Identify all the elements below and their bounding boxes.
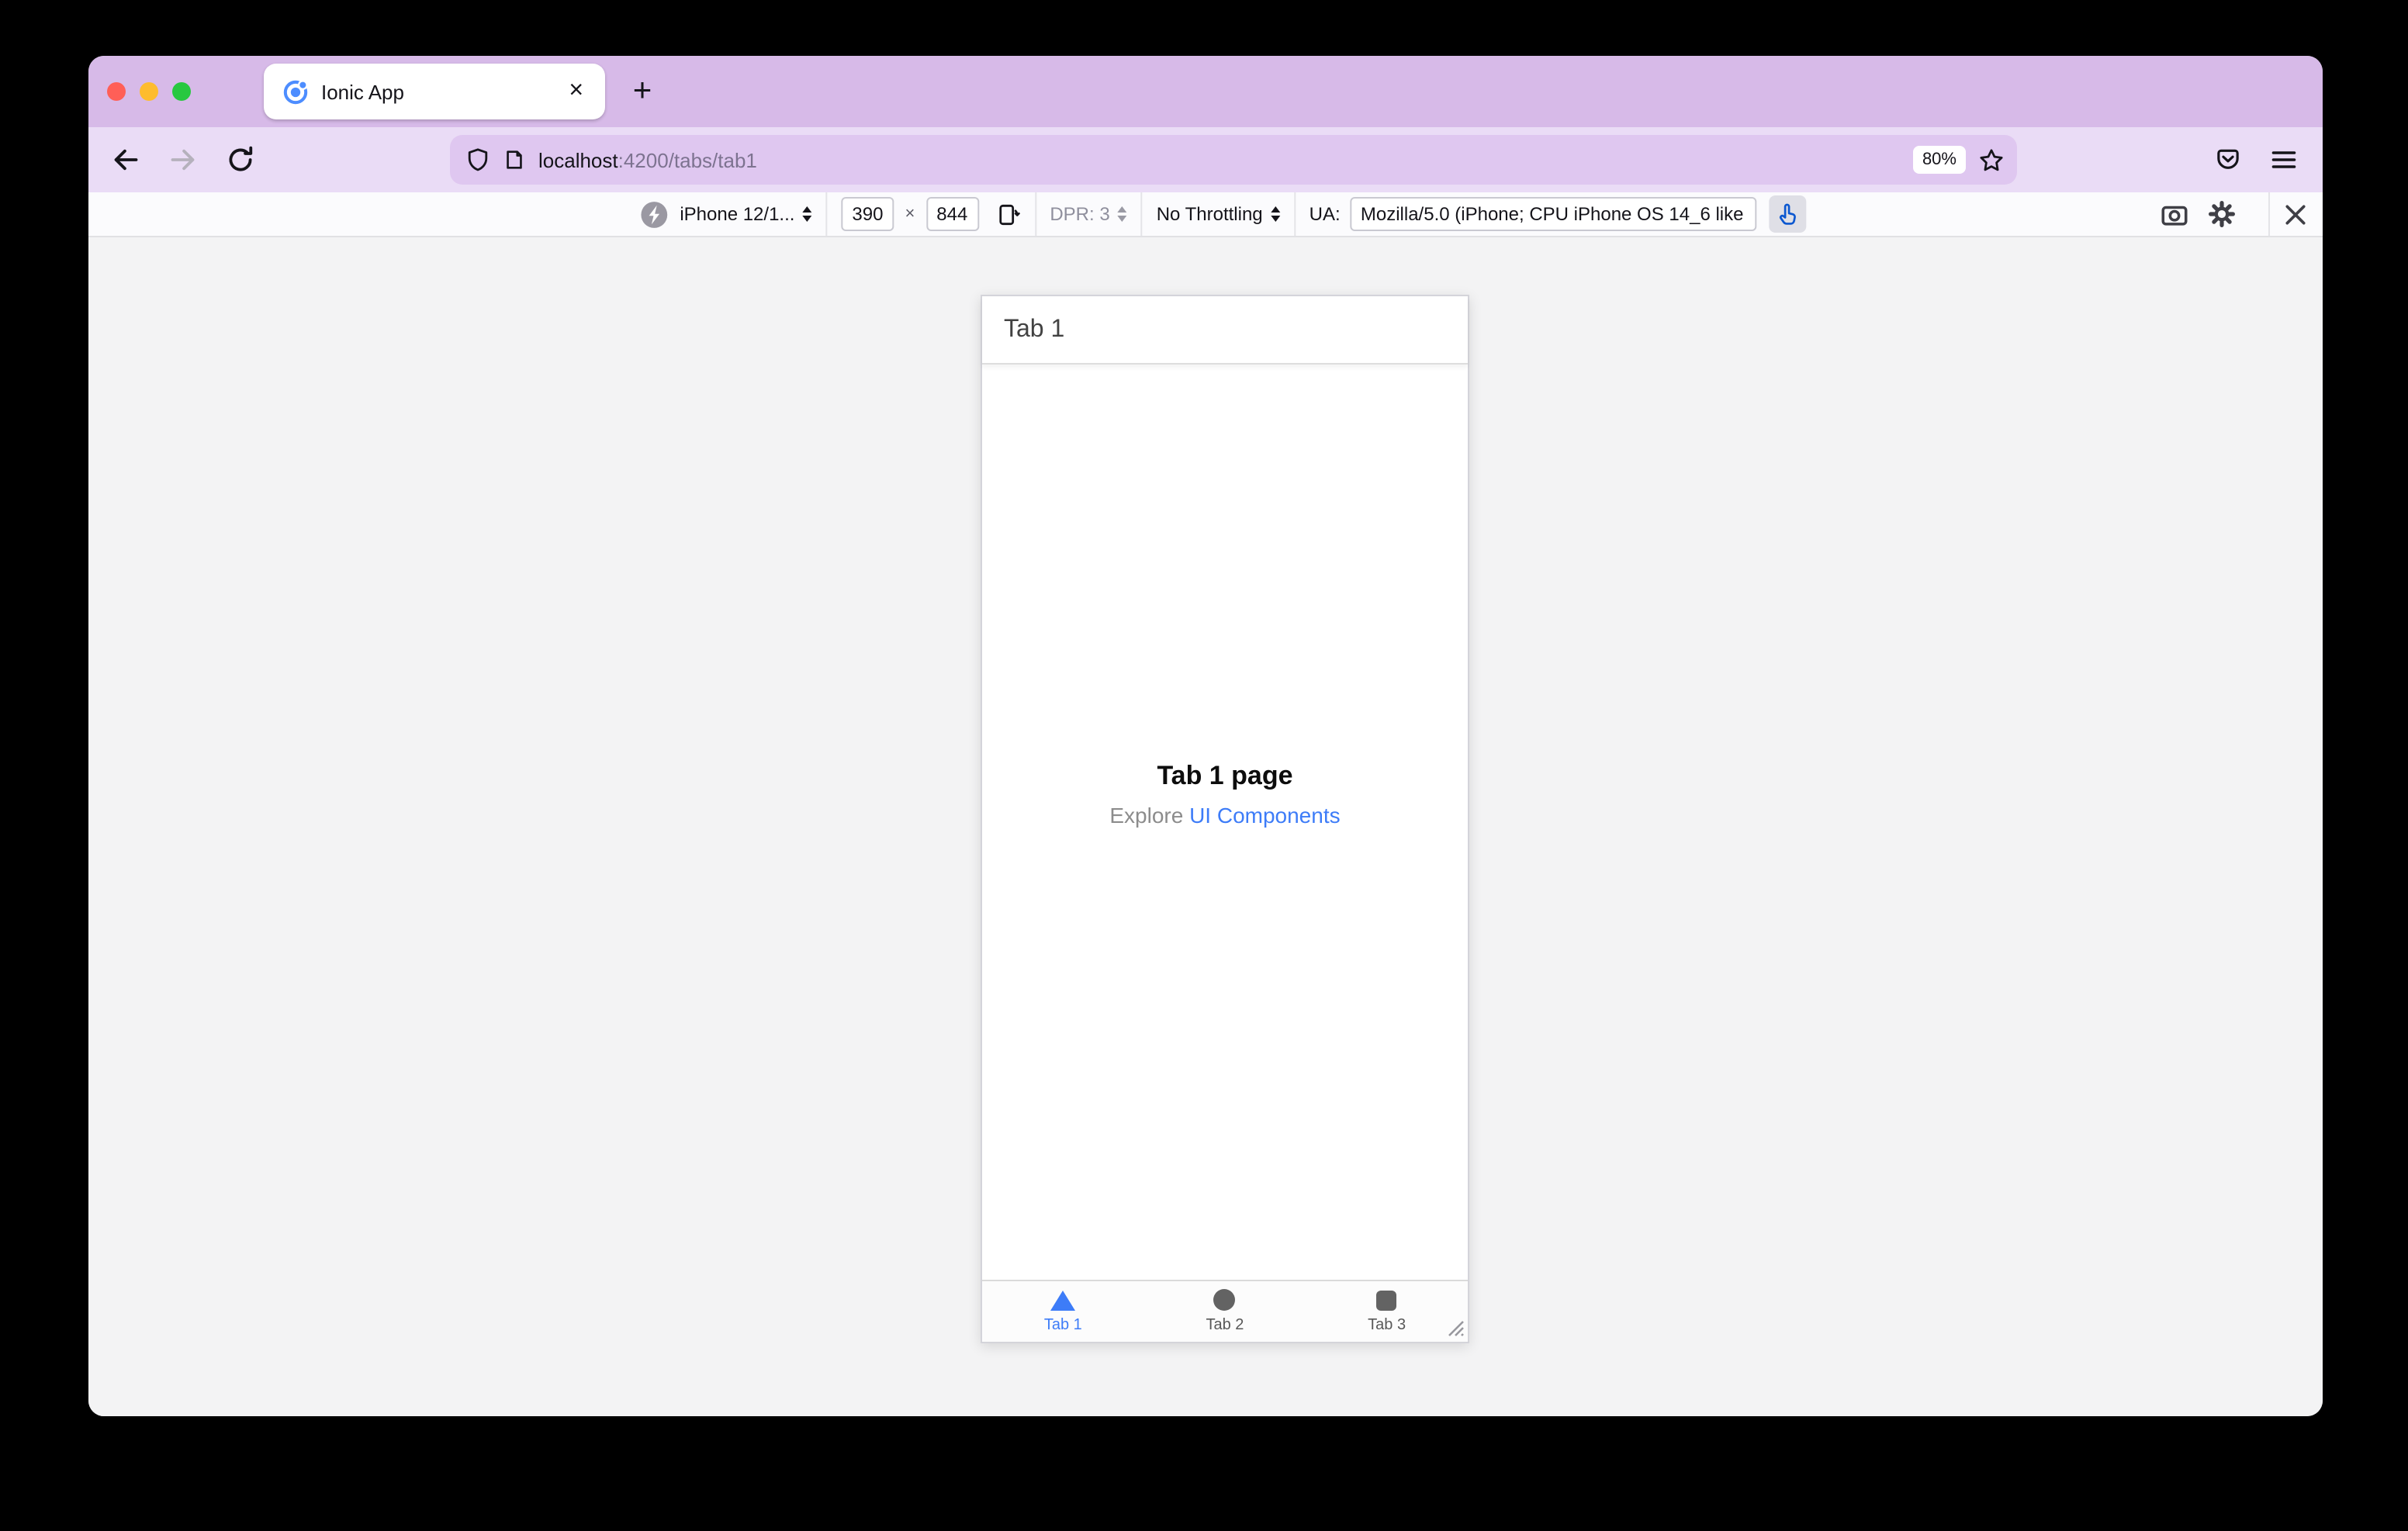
viewport-height-input[interactable] bbox=[925, 197, 979, 231]
toolbar-right bbox=[2214, 127, 2323, 192]
page-container: Tab 1 page Explore UI Components bbox=[982, 761, 1468, 828]
app-tab-bar: Tab 1 Tab 2 Tab 3 bbox=[982, 1280, 1468, 1342]
device-viewport: Tab 1 Tab 1 page Explore UI Components T… bbox=[981, 295, 1469, 1343]
app-header: Tab 1 bbox=[982, 296, 1468, 365]
screen: Ionic App × + localhost:4200/tabs/tab1 8… bbox=[0, 0, 2408, 1531]
back-button[interactable] bbox=[112, 146, 140, 174]
user-agent-input[interactable] bbox=[1349, 197, 1756, 231]
separator bbox=[1140, 192, 1143, 236]
url-host: localhost bbox=[538, 148, 618, 171]
close-rdm-icon[interactable] bbox=[2284, 202, 2307, 226]
page-subtitle: Explore UI Components bbox=[982, 803, 1468, 828]
shield-permissions-icon[interactable] bbox=[465, 147, 490, 172]
ui-components-link[interactable]: UI Components bbox=[1189, 803, 1341, 828]
maximize-window-button[interactable] bbox=[172, 82, 191, 101]
url-text: localhost:4200/tabs/tab1 bbox=[538, 148, 1901, 171]
reload-button[interactable] bbox=[227, 146, 254, 174]
browser-window: Ionic App × + localhost:4200/tabs/tab1 8… bbox=[88, 56, 2323, 1416]
tab-title: Ionic App bbox=[321, 80, 404, 103]
tab-button-tab1[interactable]: Tab 1 bbox=[982, 1281, 1144, 1342]
device-selector-arrows-icon[interactable] bbox=[802, 206, 812, 222]
separator bbox=[2268, 192, 2270, 236]
tab-label: Tab 1 bbox=[1043, 1316, 1082, 1333]
rdm-controls: iPhone 12/1... × DPR: 3 No Throttling bbox=[639, 192, 1806, 236]
dpr-selector: DPR: 3 bbox=[1050, 203, 1110, 225]
throttling-selector-arrows-icon[interactable] bbox=[1270, 206, 1280, 222]
pocket-icon[interactable] bbox=[2214, 146, 2242, 174]
responsive-design-toolbar: iPhone 12/1... × DPR: 3 No Throttling bbox=[88, 192, 2323, 237]
throttling-selector[interactable]: No Throttling bbox=[1157, 203, 1263, 225]
separator bbox=[1293, 192, 1296, 236]
circle-icon bbox=[1213, 1289, 1236, 1311]
separator bbox=[1034, 192, 1036, 236]
viewport-width-input[interactable] bbox=[841, 197, 894, 231]
close-window-button[interactable] bbox=[107, 82, 126, 101]
nav-buttons bbox=[112, 127, 254, 192]
settings-gear-icon[interactable] bbox=[2208, 200, 2236, 228]
page-info-icon[interactable] bbox=[503, 147, 526, 172]
screenshot-camera-icon[interactable] bbox=[2160, 199, 2189, 229]
ua-label: UA: bbox=[1309, 203, 1341, 225]
tab-strip: Ionic App × + bbox=[88, 56, 2323, 127]
viewport-resize-handle-icon[interactable] bbox=[1443, 1315, 1465, 1337]
responsive-mode-icon bbox=[639, 199, 669, 229]
window-controls bbox=[107, 82, 191, 101]
app-header-title: Tab 1 bbox=[1004, 316, 1065, 342]
zoom-level-badge[interactable]: 80% bbox=[1912, 146, 1966, 174]
dimension-times-label: × bbox=[905, 205, 915, 223]
new-tab-button[interactable]: + bbox=[619, 68, 666, 115]
rdm-content-area: Tab 1 Tab 1 page Explore UI Components T… bbox=[88, 237, 2323, 1416]
navigation-toolbar: localhost:4200/tabs/tab1 80% bbox=[88, 127, 2323, 192]
ionic-favicon-icon bbox=[282, 78, 309, 105]
close-tab-icon[interactable]: × bbox=[562, 76, 590, 107]
device-selector[interactable]: iPhone 12/1... bbox=[680, 203, 794, 225]
tab-label: Tab 3 bbox=[1368, 1316, 1406, 1333]
page-title: Tab 1 page bbox=[1157, 761, 1293, 790]
browser-tab[interactable]: Ionic App × bbox=[264, 64, 605, 119]
minimize-window-button[interactable] bbox=[140, 82, 158, 101]
square-icon bbox=[1376, 1290, 1397, 1310]
dpr-selector-arrows-icon bbox=[1117, 206, 1127, 222]
tab-button-tab2[interactable]: Tab 2 bbox=[1144, 1281, 1306, 1342]
menu-hamburger-icon[interactable] bbox=[2270, 146, 2298, 174]
app-content: Tab 1 page Explore UI Components bbox=[982, 365, 1468, 1280]
tab-label: Tab 2 bbox=[1206, 1317, 1244, 1334]
rotate-viewport-icon[interactable] bbox=[994, 201, 1020, 227]
url-bar[interactable]: localhost:4200/tabs/tab1 80% bbox=[450, 135, 2017, 185]
forward-button[interactable] bbox=[169, 146, 197, 174]
rdm-right-controls bbox=[2160, 192, 2323, 236]
url-path: :4200/tabs/tab1 bbox=[618, 148, 757, 171]
triangle-icon bbox=[1050, 1290, 1076, 1310]
bookmark-star-icon[interactable] bbox=[1978, 147, 2005, 173]
touch-simulation-button[interactable] bbox=[1768, 195, 1806, 233]
explore-text: Explore bbox=[1109, 803, 1184, 828]
separator bbox=[825, 192, 828, 236]
